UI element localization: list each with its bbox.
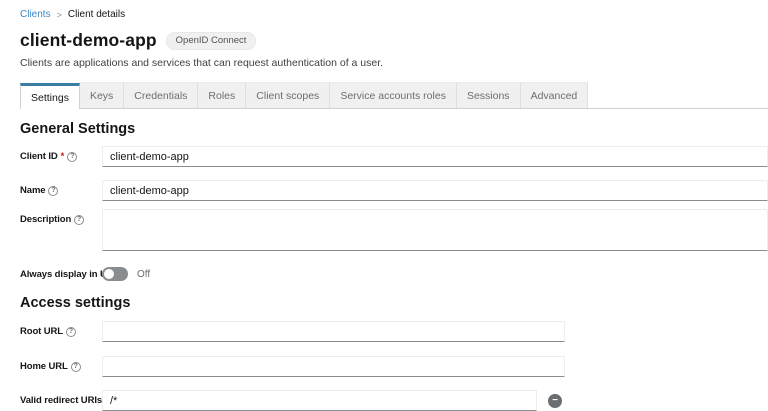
breadcrumb-separator: > (57, 10, 62, 20)
description-label: Description (20, 214, 71, 225)
minus-circle-icon: − (552, 396, 558, 406)
page-description: Clients are applications and services th… (0, 51, 768, 69)
tab-advanced[interactable]: Advanced (521, 82, 589, 108)
home-url-label: Home URL (20, 361, 68, 372)
name-label: Name (20, 185, 45, 196)
page-header: client-demo-app OpenID Connect (0, 20, 768, 51)
toggle-knob (104, 269, 114, 279)
tab-roles[interactable]: Roles (198, 82, 246, 108)
always-display-state: Off (137, 269, 150, 280)
help-icon[interactable]: ? (48, 186, 58, 196)
name-row: Name ? (20, 180, 768, 201)
access-settings-heading: Access settings (20, 295, 768, 311)
breadcrumb: Clients > Client details (0, 0, 768, 20)
tab-credentials[interactable]: Credentials (124, 82, 198, 108)
client-id-input[interactable] (102, 146, 768, 167)
client-id-row: Client ID * ? (20, 146, 768, 167)
name-input[interactable] (102, 180, 768, 201)
remove-redirect-uri-button[interactable]: − (548, 394, 562, 408)
home-url-input[interactable] (102, 356, 565, 377)
root-url-input[interactable] (102, 321, 565, 342)
tab-bar: Settings Keys Credentials Roles Client s… (20, 82, 768, 109)
home-url-row: Home URL ? (20, 356, 768, 377)
breadcrumb-current: Client details (68, 9, 125, 20)
root-url-row: Root URL ? (20, 321, 768, 342)
redirect-uri-input[interactable] (102, 390, 537, 411)
valid-redirect-uris-label-group: Valid redirect URIs ? (20, 390, 102, 406)
root-url-label-group: Root URL ? (20, 321, 102, 337)
root-url-label: Root URL (20, 326, 63, 337)
help-icon[interactable]: ? (66, 327, 76, 337)
description-textarea[interactable] (102, 209, 768, 251)
description-label-group: Description ? (20, 209, 102, 225)
tab-service-accounts-roles[interactable]: Service accounts roles (330, 82, 457, 108)
help-icon[interactable]: ? (67, 152, 77, 162)
always-display-toggle[interactable] (102, 267, 128, 281)
general-settings-heading: General Settings (20, 121, 768, 137)
valid-redirect-uris-row: Valid redirect URIs ? − + Add valid redi… (20, 390, 768, 411)
page-title: client-demo-app (20, 30, 157, 51)
valid-redirect-uris-label: Valid redirect URIs (20, 395, 102, 406)
breadcrumb-link-clients[interactable]: Clients (20, 9, 51, 20)
tab-settings[interactable]: Settings (20, 83, 80, 109)
client-id-label: Client ID (20, 151, 58, 162)
protocol-badge: OpenID Connect (166, 32, 257, 50)
always-display-label: Always display in UI (20, 269, 109, 280)
tab-client-scopes[interactable]: Client scopes (246, 82, 330, 108)
help-icon[interactable]: ? (71, 362, 81, 372)
tab-sessions[interactable]: Sessions (457, 82, 521, 108)
description-row: Description ? (20, 209, 768, 251)
help-icon[interactable]: ? (74, 215, 84, 225)
always-display-row: Always display in UI ? Off (20, 264, 768, 281)
tab-keys[interactable]: Keys (80, 82, 124, 108)
name-label-group: Name ? (20, 180, 102, 196)
client-id-label-group: Client ID * ? (20, 146, 102, 162)
client-details-page: Clients > Client details client-demo-app… (0, 0, 768, 411)
required-indicator: * (61, 151, 65, 162)
home-url-label-group: Home URL ? (20, 356, 102, 372)
always-display-label-group: Always display in UI ? (20, 264, 102, 280)
